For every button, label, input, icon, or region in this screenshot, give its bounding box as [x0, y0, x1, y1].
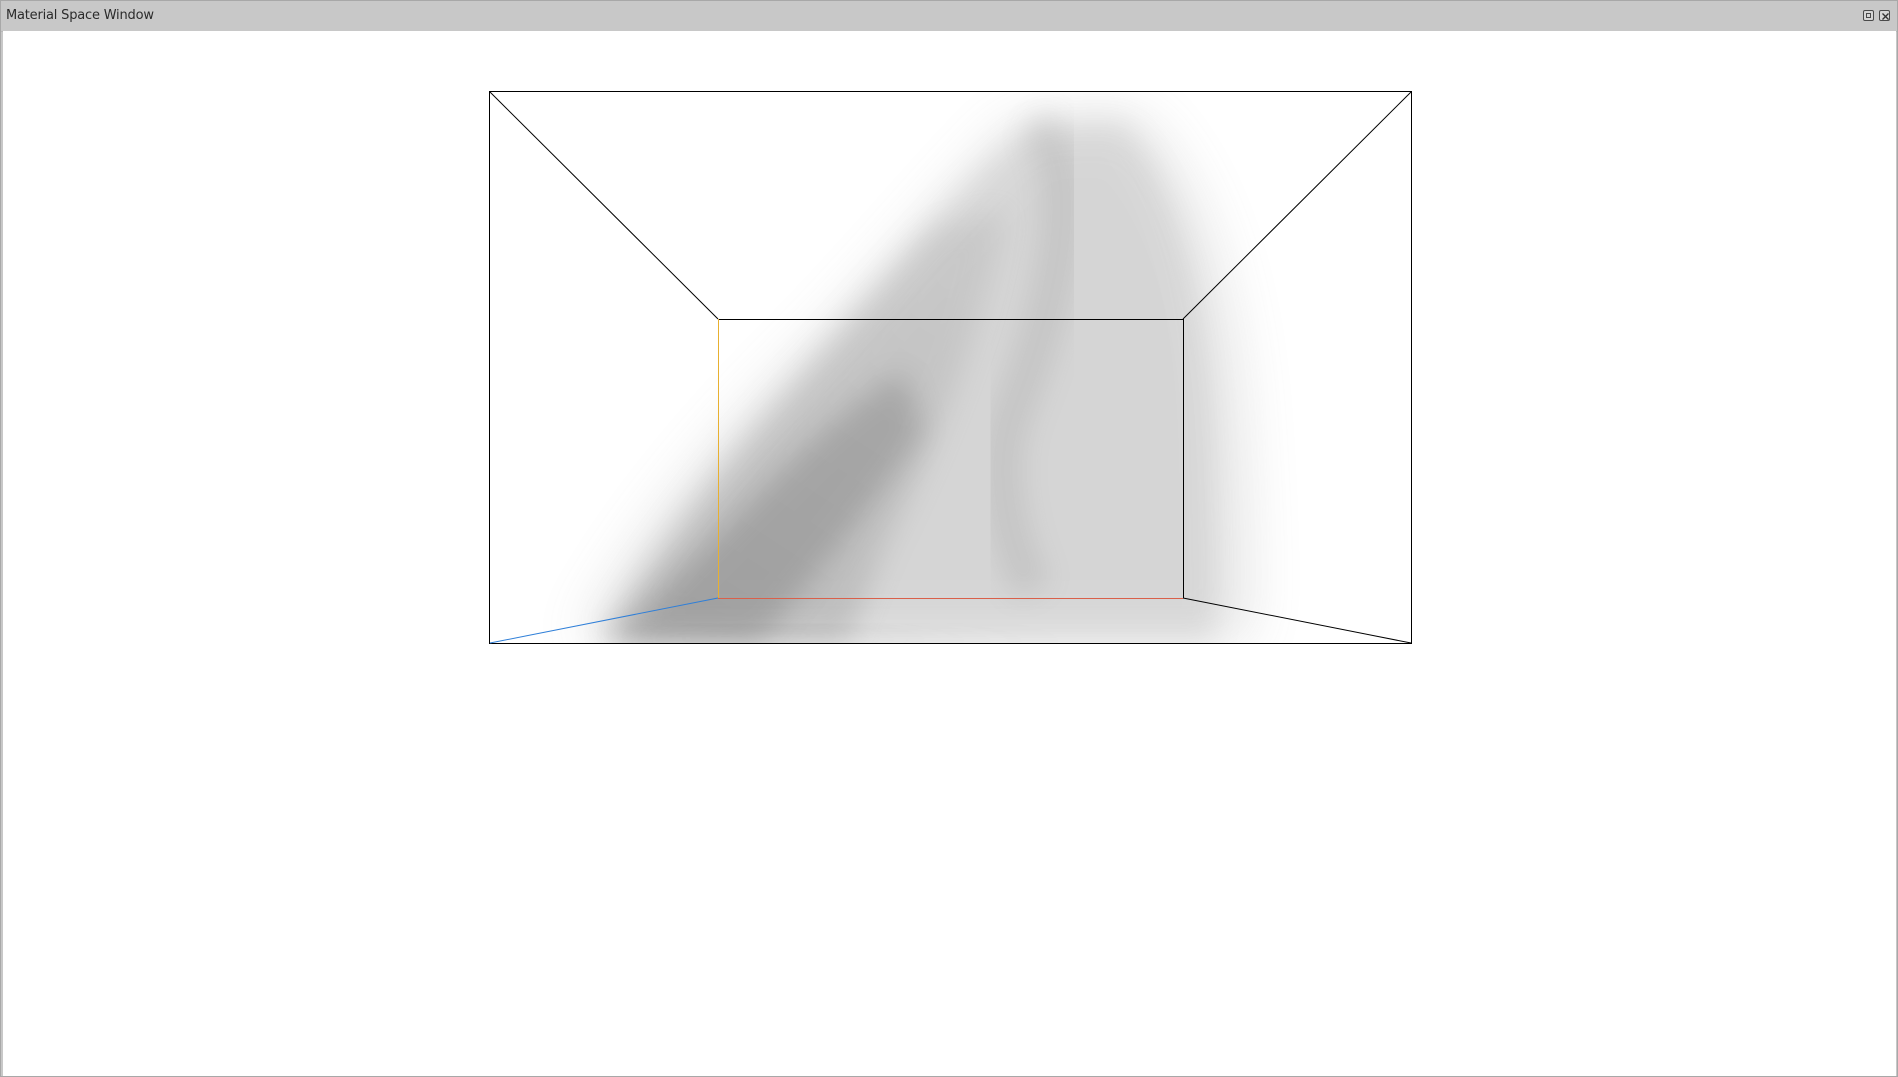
material-space-window: Material Space Window [0, 0, 1898, 1077]
close-button[interactable] [1879, 10, 1890, 21]
material-density-cloud [578, 107, 1251, 643]
close-icon [1882, 13, 1889, 20]
material-space-scene[interactable] [3, 31, 1896, 1076]
window-title: Material Space Window [6, 8, 154, 23]
edge-top-left [489, 91, 719, 320]
3d-viewport[interactable] [3, 31, 1896, 1076]
title-bar[interactable]: Material Space Window [1, 1, 1897, 32]
edge-top-right [1182, 91, 1412, 320]
float-button[interactable] [1863, 10, 1874, 21]
